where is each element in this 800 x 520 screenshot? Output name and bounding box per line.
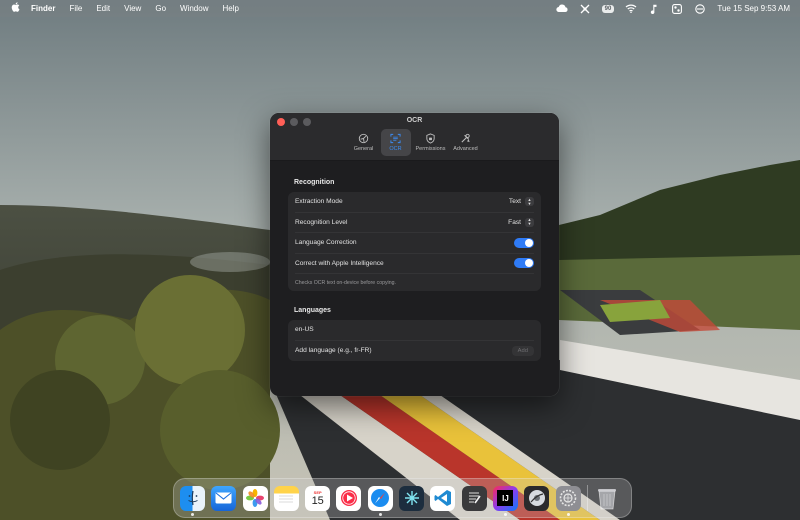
user-switch-icon[interactable] [694, 3, 706, 14]
running-indicator [566, 512, 570, 516]
wifi-icon[interactable] [625, 3, 637, 14]
tab-ocr[interactable]: OCR [380, 129, 411, 156]
text-scan-icon [390, 133, 401, 144]
add-language-input[interactable]: Add language (e.g., fr-FR) [295, 347, 372, 354]
chevron-updown-icon: ▲ ▼ [525, 217, 534, 227]
menu-view[interactable]: View [117, 4, 148, 13]
tab-general-label: General [353, 146, 374, 152]
dock-intellij-icon[interactable]: IJ [492, 485, 518, 516]
language-item-label: en-US [295, 326, 314, 334]
add-language-row: Add language (e.g., fr-FR) Add [295, 341, 534, 362]
settings-content: Recognition Extraction Mode Text ▲ ▼ Reco… [270, 161, 559, 361]
dock-mail-icon[interactable] [211, 485, 237, 511]
grid-icon[interactable] [579, 3, 591, 14]
settings-toolbar: General OCR Permissions Advanced [270, 129, 559, 156]
apple-intelligence-row: Correct with Apple Intelligence [295, 254, 534, 274]
language-item[interactable]: en-US [295, 320, 534, 341]
languages-group: en-US Add language (e.g., fr-FR) Add [288, 320, 541, 361]
menu-file[interactable]: File [62, 4, 89, 13]
dock-system-settings-icon[interactable] [555, 485, 581, 516]
dock-perplexity-icon[interactable] [399, 485, 425, 511]
gear-icon [358, 133, 369, 144]
tools-icon [461, 133, 470, 143]
recognition-level-popup[interactable]: Fast ▲ ▼ [508, 217, 534, 227]
dock-vscode-icon[interactable] [430, 485, 456, 511]
apple-menu-icon[interactable] [4, 2, 26, 15]
extraction-mode-label: Extraction Mode [295, 198, 343, 206]
dock-safari-icon[interactable] [367, 485, 393, 516]
ocr-settings-window: OCR General OCR Permissions Advanced Rec… [270, 113, 559, 396]
apple-intelligence-note: Checks OCR text on-device before copying… [295, 279, 396, 286]
recognition-section-title: Recognition [294, 179, 335, 186]
dock-trash-icon[interactable] [594, 486, 619, 511]
calendar-day: 15 [311, 494, 324, 507]
running-indicator [378, 512, 382, 516]
running-indicator [191, 512, 194, 516]
window-title: OCR [406, 117, 423, 124]
recognition-level-value: Fast [508, 218, 521, 226]
menu-help[interactable]: Help [215, 4, 245, 13]
tab-permissions-label: Permissions [415, 146, 446, 152]
menu-go[interactable]: Go [148, 4, 173, 13]
recognition-level-label: Recognition Level [295, 218, 348, 226]
extraction-mode-row: Extraction Mode Text ▲ ▼ [295, 192, 534, 213]
dock-calendar-icon[interactable]: SEP 15 [305, 485, 331, 511]
language-correction-row: Language Correction [295, 233, 534, 254]
tab-advanced[interactable]: Advanced [451, 129, 481, 156]
tab-ocr-label: OCR [389, 146, 402, 152]
dock-photos-icon[interactable] [242, 485, 268, 511]
dock-notes-icon[interactable] [273, 485, 299, 511]
running-indicator [503, 512, 507, 516]
apple-intelligence-label: Correct with Apple Intelligence [295, 259, 384, 267]
language-correction-label: Language Correction [295, 239, 357, 247]
add-language-button[interactable]: Add [511, 345, 534, 356]
dock-music-icon[interactable] [336, 485, 362, 511]
control-center-icon[interactable] [671, 3, 683, 14]
apple-intelligence-toggle[interactable] [514, 258, 534, 269]
intellij-label: IJ [497, 490, 514, 506]
shield-icon [426, 133, 435, 144]
languages-section-title: Languages [294, 307, 331, 314]
creative-cloud-icon[interactable] [556, 3, 568, 14]
battery-icon[interactable]: 90 [601, 4, 615, 13]
menu-app-finder[interactable]: Finder [26, 4, 62, 13]
music-note-icon[interactable] [648, 3, 660, 14]
tab-permissions[interactable]: Permissions [413, 129, 449, 156]
language-correction-toggle[interactable] [514, 237, 534, 248]
dock-finder-icon[interactable] [180, 485, 205, 516]
menu-window[interactable]: Window [173, 4, 215, 13]
dock-separator [586, 485, 588, 511]
recognition-level-row: Recognition Level Fast ▲ ▼ [295, 213, 534, 233]
window-titlebar: OCR General OCR Permissions Advanced [270, 113, 559, 161]
dock-textedit-icon[interactable] [461, 485, 487, 511]
extraction-mode-value: Text [508, 198, 521, 206]
menu-bar: Finder File Edit View Go Window Help 90 … [0, 0, 800, 17]
menubar-clock[interactable]: Tue 15 Sep 9:53 AM [717, 4, 790, 13]
dock-disk-utility-icon[interactable] [524, 485, 550, 511]
menu-edit[interactable]: Edit [89, 4, 117, 13]
extraction-mode-popup[interactable]: Text ▲ ▼ [508, 197, 534, 207]
tab-advanced-label: Advanced [453, 146, 478, 152]
chevron-updown-icon: ▲ ▼ [525, 197, 534, 207]
recognition-group: Extraction Mode Text ▲ ▼ Recognition Leve… [288, 192, 541, 291]
dock: SEP 15 IJ [173, 478, 632, 518]
tab-general[interactable]: General [349, 129, 379, 156]
